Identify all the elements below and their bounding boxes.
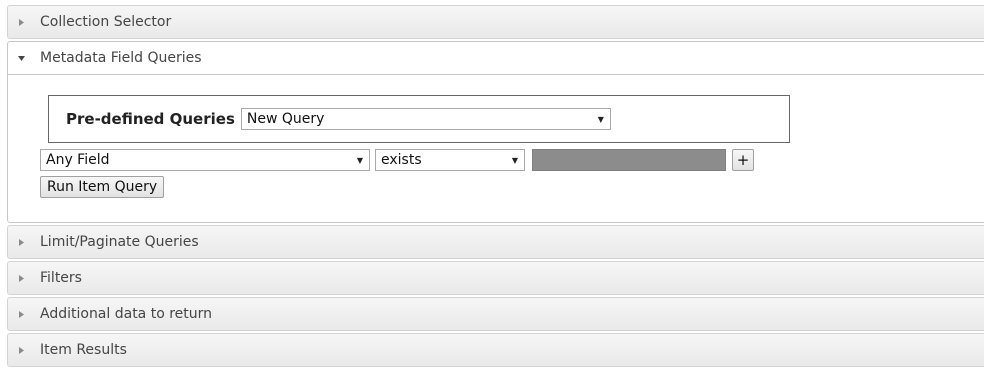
field-select[interactable]: Any Field ▼ [40,149,370,171]
triangle-right-icon [17,346,26,355]
metadata-field-queries-header[interactable]: Metadata Field Queries [7,41,984,75]
item-results-header[interactable]: Item Results [7,333,984,367]
additional-data-label: Additional data to return [40,306,213,322]
triangle-down-icon [17,54,26,63]
limit-paginate-header[interactable]: Limit/Paginate Queries [7,225,984,259]
value-input[interactable] [532,149,726,171]
predefined-queries-value: New Query [246,111,325,127]
section-filters: Filters [7,261,984,295]
item-results-label: Item Results [40,342,127,358]
dropdown-caret-icon: ▼ [356,155,363,165]
triangle-right-icon [17,238,26,247]
triangle-right-icon [17,310,26,319]
accordion: Collection Selector Metadata Field Queri… [7,5,984,369]
metadata-field-queries-panel: Pre-defined Queries New Query ▼ Any Fiel… [7,75,984,223]
collection-selector-header[interactable]: Collection Selector [7,5,984,39]
field-select-value: Any Field [46,152,110,168]
section-additional-data: Additional data to return [7,297,984,331]
dropdown-caret-icon: ▼ [511,155,518,165]
predefined-queries-box: Pre-defined Queries New Query ▼ [48,95,790,143]
triangle-right-icon [17,18,26,27]
triangle-right-icon [17,274,26,283]
dropdown-caret-icon: ▼ [597,114,604,124]
operator-select-value: exists [381,152,422,168]
predefined-queries-label: Pre-defined Queries [66,110,235,128]
section-item-results: Item Results [7,333,984,367]
section-metadata-field-queries: Metadata Field Queries Pre-defined Queri… [7,41,984,223]
filters-header[interactable]: Filters [7,261,984,295]
section-limit-paginate: Limit/Paginate Queries [7,225,984,259]
additional-data-header[interactable]: Additional data to return [7,297,984,331]
predefined-queries-select[interactable]: New Query ▼ [240,108,611,130]
query-row: Any Field ▼ exists ▼ + [40,149,754,171]
metadata-field-queries-label: Metadata Field Queries [40,50,202,66]
collection-selector-label: Collection Selector [40,14,172,30]
section-collection-selector: Collection Selector [7,5,984,39]
filters-label: Filters [40,270,82,286]
run-item-query-button[interactable]: Run Item Query [40,176,165,198]
add-query-button[interactable]: + [732,149,754,171]
limit-paginate-label: Limit/Paginate Queries [40,234,199,250]
operator-select[interactable]: exists ▼ [375,149,525,171]
